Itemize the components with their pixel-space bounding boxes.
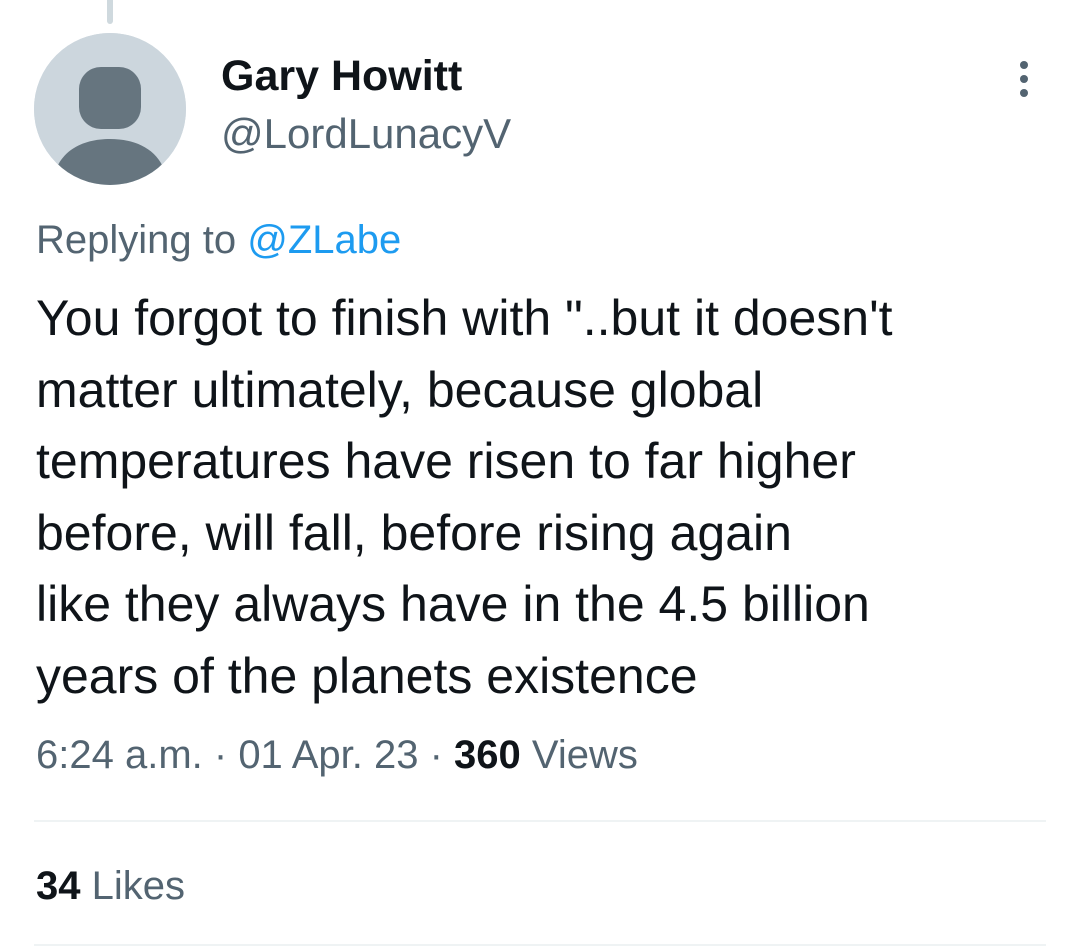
tweet-meta: 6:24 a.m. · 01 Apr. 23 · 360 Views xyxy=(36,733,638,778)
meta-separator: · xyxy=(202,733,239,777)
more-options-button[interactable] xyxy=(1006,58,1042,100)
views-label: Views xyxy=(520,733,638,777)
default-profile-avatar-icon xyxy=(34,33,186,185)
likes-label: Likes xyxy=(80,864,185,908)
replying-to-line: Replying to @ZLabe xyxy=(36,218,401,263)
reply-mention-link[interactable]: @ZLabe xyxy=(247,218,401,262)
author-display-name[interactable]: Gary Howitt xyxy=(221,52,462,101)
divider xyxy=(34,944,1046,946)
tweet-time[interactable]: 6:24 a.m. xyxy=(36,733,203,777)
avatar[interactable] xyxy=(34,33,186,185)
tweet-text: You forgot to finish with "..but it does… xyxy=(36,290,893,704)
replying-to-label: Replying to xyxy=(36,218,248,262)
divider xyxy=(34,820,1046,822)
author-handle[interactable]: @LordLunacyV xyxy=(221,110,511,158)
more-options-icon xyxy=(1020,61,1028,97)
views-count: 360 xyxy=(454,733,521,777)
likes-link[interactable]: 34 Likes xyxy=(36,864,185,909)
tweet-date[interactable]: 01 Apr. 23 xyxy=(238,733,418,777)
thread-connector-line xyxy=(107,0,113,24)
likes-count: 34 xyxy=(36,864,81,908)
meta-separator: · xyxy=(418,733,455,777)
